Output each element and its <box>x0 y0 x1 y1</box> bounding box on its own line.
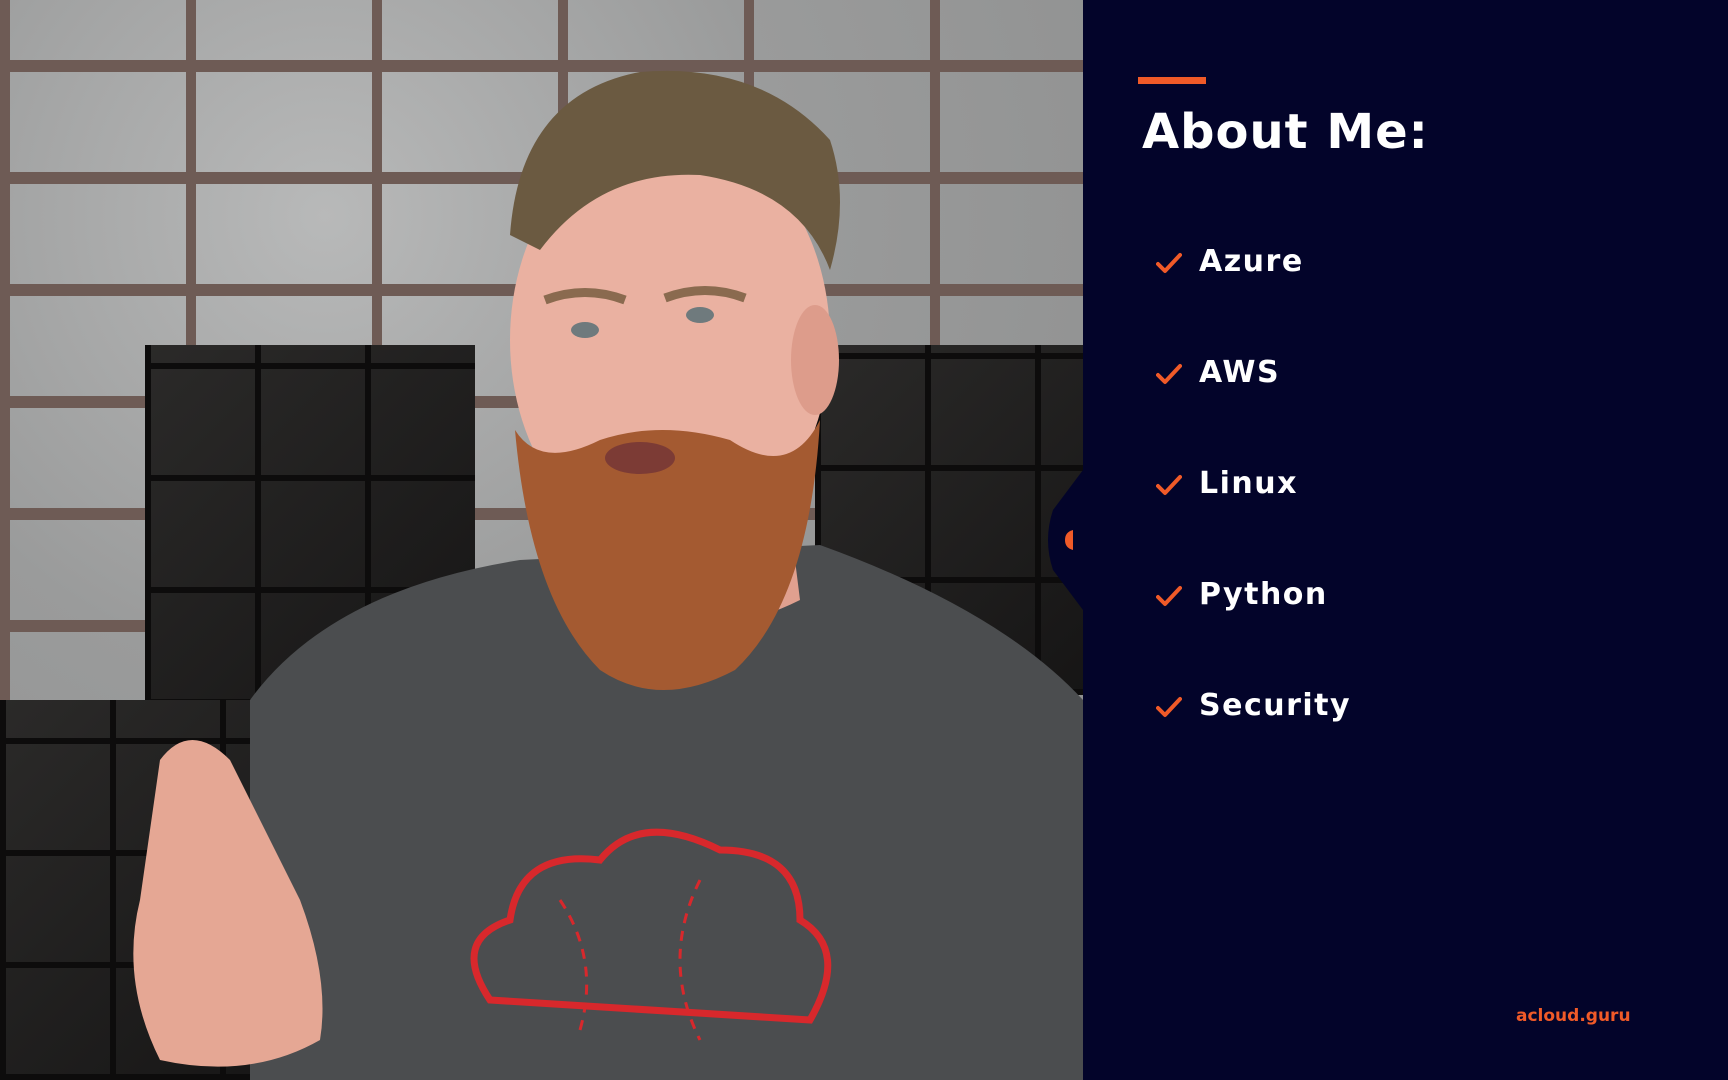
check-icon <box>1155 357 1183 391</box>
check-icon <box>1155 579 1183 613</box>
skills-list: Azure AWS Linux Python Security <box>1155 242 1655 797</box>
list-item: Security <box>1155 686 1655 797</box>
list-item-label: Security <box>1199 688 1352 723</box>
presenter-image <box>133 70 1083 1080</box>
list-item: Azure <box>1155 242 1655 353</box>
list-item: Linux <box>1155 464 1655 575</box>
check-icon <box>1155 690 1183 724</box>
list-item-label: Linux <box>1199 466 1298 501</box>
list-item-label: Azure <box>1199 244 1304 279</box>
list-item: AWS <box>1155 353 1655 464</box>
list-item: Python <box>1155 575 1655 686</box>
list-item-label: Python <box>1199 577 1328 612</box>
check-icon <box>1155 246 1183 280</box>
check-icon <box>1155 468 1183 502</box>
slide-heading: About Me: <box>1142 104 1429 160</box>
brand-logo-text: acloud.guru <box>1516 1006 1631 1026</box>
list-item-label: AWS <box>1199 355 1281 390</box>
panel-notch-indicator <box>1048 470 1083 610</box>
presenter-video <box>0 0 1083 1080</box>
accent-bar <box>1138 77 1206 84</box>
